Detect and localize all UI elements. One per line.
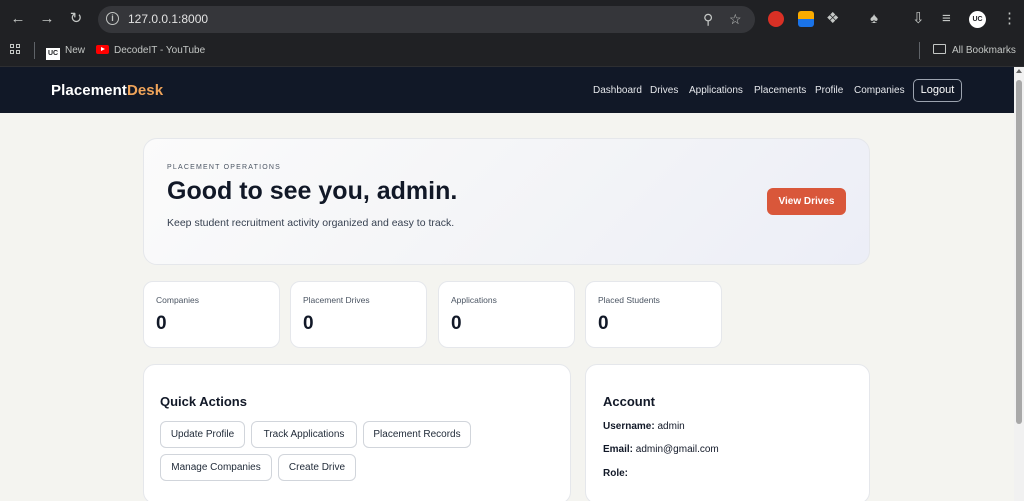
account-email: Email: admin@gmail.com	[603, 444, 719, 455]
logout-button[interactable]: Logout	[913, 79, 962, 102]
account-title: Account	[603, 394, 655, 409]
stat-card-placed-students: Placed Students 0	[585, 281, 722, 348]
extension-red-icon[interactable]	[768, 11, 784, 27]
view-drives-button[interactable]: View Drives	[767, 188, 846, 215]
more-menu-icon[interactable]: ⋮	[1002, 10, 1017, 28]
forward-arrow-icon[interactable]: →	[37, 9, 57, 29]
stat-value: 0	[303, 313, 314, 334]
media-queue-icon[interactable]: ≡	[942, 10, 951, 28]
nav-companies[interactable]: Companies	[854, 85, 905, 96]
bookmark-new[interactable]: UC New	[46, 43, 85, 60]
bookmarks-divider	[34, 42, 35, 59]
bookmarks-divider-right	[919, 42, 920, 59]
nav-placements[interactable]: Placements	[754, 85, 806, 96]
reload-icon[interactable]: ↻	[66, 9, 86, 29]
back-arrow-icon[interactable]: ←	[8, 9, 28, 29]
brand-logo[interactable]: PlacementDesk	[51, 82, 163, 99]
download-icon[interactable]: ⇩	[912, 10, 925, 28]
stat-value: 0	[156, 313, 167, 334]
apps-grid-icon[interactable]	[10, 44, 22, 56]
stat-card-placement-drives: Placement Drives 0	[290, 281, 427, 348]
folder-icon	[933, 44, 946, 54]
stat-label: Placement Drives	[303, 295, 370, 305]
bookmark-decodeit-youtube[interactable]: DecodeIT - YouTube	[96, 43, 205, 59]
stat-value: 0	[598, 313, 609, 334]
account-panel	[585, 364, 870, 501]
stat-label: Applications	[451, 295, 497, 305]
address-url[interactable]: 127.0.0.1:8000	[128, 12, 208, 26]
all-bookmarks[interactable]: All Bookmarks	[933, 43, 1016, 59]
stat-label: Companies	[156, 295, 199, 305]
account-username: Username: admin	[603, 421, 685, 432]
stat-card-applications: Applications 0	[438, 281, 575, 348]
incognito-icon[interactable]: ♠	[870, 10, 878, 28]
extension-color-icon[interactable]	[798, 11, 814, 27]
manage-companies-button[interactable]: Manage Companies	[160, 454, 272, 481]
site-info-icon[interactable]: i	[106, 12, 119, 25]
stat-value: 0	[451, 313, 462, 334]
stat-label: Placed Students	[598, 295, 660, 305]
quick-actions-title: Quick Actions	[160, 394, 247, 409]
placement-records-button[interactable]: Placement Records	[363, 421, 471, 448]
create-drive-button[interactable]: Create Drive	[278, 454, 356, 481]
youtube-icon	[96, 45, 109, 54]
nav-applications[interactable]: Applications	[689, 85, 743, 96]
nav-drives[interactable]: Drives	[650, 85, 678, 96]
account-role: Role:	[603, 468, 628, 479]
zoom-icon[interactable]: ⚲	[703, 11, 713, 27]
profile-avatar[interactable]: UC	[969, 11, 986, 28]
scrollbar-thumb[interactable]	[1016, 80, 1022, 424]
page-title: Good to see you, admin.	[167, 177, 458, 205]
update-profile-button[interactable]: Update Profile	[160, 421, 245, 448]
extensions-puzzle-icon[interactable]: ❖	[826, 10, 839, 28]
track-applications-button[interactable]: Track Applications	[251, 421, 357, 448]
scroll-up-arrow-icon[interactable]	[1016, 69, 1022, 73]
nav-dashboard[interactable]: Dashboard	[593, 85, 642, 96]
nav-profile[interactable]: Profile	[815, 85, 843, 96]
uc-logo-icon: UC	[46, 48, 60, 60]
bookmark-star-icon[interactable]: ☆	[729, 11, 742, 27]
hero-eyebrow: PLACEMENT OPERATIONS	[167, 164, 281, 171]
hero-subtitle: Keep student recruitment activity organi…	[167, 217, 455, 229]
stat-card-companies: Companies 0	[143, 281, 280, 348]
